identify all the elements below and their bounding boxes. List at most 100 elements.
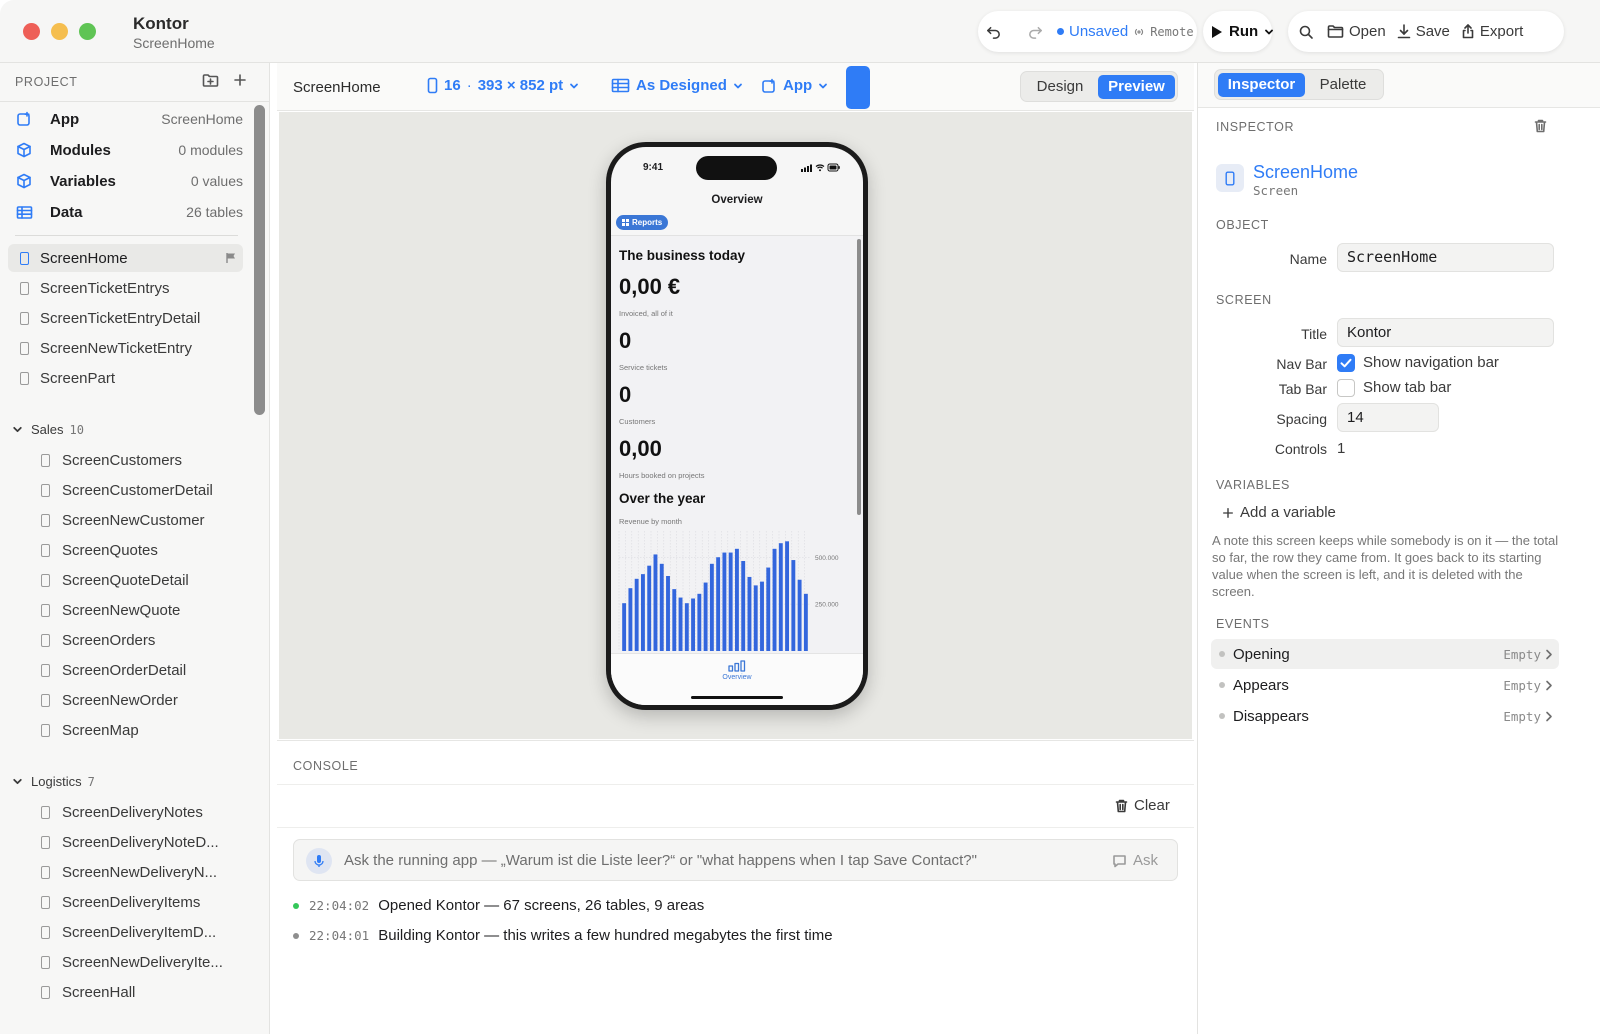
sidebar-screen-item[interactable]: ScreenCustomers <box>30 446 265 474</box>
open-button[interactable]: Open <box>1323 11 1395 52</box>
run-button[interactable]: Run <box>1203 11 1283 52</box>
event-opening[interactable]: Opening Empty <box>1211 639 1559 669</box>
chart-bar <box>628 588 633 651</box>
screen-label: ScreenHall <box>62 983 136 1001</box>
sidebar-item-count: 26 tables <box>186 204 243 220</box>
file-actions-group: Open Save Export <box>1288 11 1564 52</box>
search-button[interactable] <box>1288 11 1323 52</box>
export-label: Export <box>1479 23 1524 40</box>
sidebar-item-variables[interactable]: Variables 0 values <box>8 166 243 196</box>
chart-bar <box>640 574 645 652</box>
preview-mode-button[interactable]: Preview <box>1098 75 1175 99</box>
sidebar-screen-screenhome[interactable]: ScreenHome <box>8 244 243 272</box>
target-menu[interactable]: App <box>761 77 828 94</box>
chart-bar <box>760 581 764 652</box>
ask-input[interactable]: Ask the running app — „Warum ist die Lis… <box>293 839 1178 881</box>
spacing-field[interactable]: 14 <box>1337 403 1439 432</box>
selection-handle[interactable] <box>846 66 870 109</box>
ask-button[interactable]: Ask <box>1112 852 1158 869</box>
event-dot <box>1219 651 1225 657</box>
sidebar-scrollbar[interactable] <box>254 105 265 415</box>
sidebar-screen-item[interactable]: ScreenHall <box>30 978 265 1006</box>
chart-bar <box>734 548 739 651</box>
event-disappears[interactable]: Disappears Empty <box>1211 701 1559 731</box>
tab-overview[interactable] <box>728 660 746 672</box>
sidebar-screen-item[interactable]: ScreenDeliveryItems <box>30 888 265 916</box>
show-tabbar-checkbox[interactable] <box>1337 379 1355 397</box>
sidebar-screen-item[interactable]: ScreenDeliveryNotes <box>30 798 265 826</box>
tab-inspector[interactable]: Inspector <box>1218 73 1305 97</box>
title-field[interactable]: Kontor <box>1337 318 1554 347</box>
close-window-button[interactable] <box>23 23 40 40</box>
sidebar-screen-item[interactable]: ScreenNewTicketEntry <box>8 334 243 362</box>
sidebar-screen-item[interactable]: ScreenCustomerDetail <box>30 476 265 504</box>
phone-icon <box>41 483 50 497</box>
sidebar-screen-item[interactable]: ScreenNewDeliveryN... <box>30 858 265 886</box>
phone-frame: 9:41 Overview Reports The business today… <box>606 142 868 710</box>
microphone-button[interactable] <box>306 848 332 874</box>
sidebar-screen-item[interactable]: ScreenQuotes <box>30 536 265 564</box>
y-tick-label: 500.000 <box>815 555 839 562</box>
phone-icon <box>20 251 29 265</box>
sidebar-screen-item[interactable]: ScreenOrderDetail <box>30 656 265 684</box>
sidebar-screen-item[interactable]: ScreenTicketEntryDetail <box>8 304 243 332</box>
y-tick-label: 250.000 <box>815 602 839 609</box>
chart-bar <box>797 579 802 651</box>
sidebar-screen-item[interactable]: ScreenPart <box>8 364 243 392</box>
sidebar-screen-item[interactable]: ScreenQuoteDetail <box>30 566 265 594</box>
appearance-menu[interactable]: As Designed <box>611 77 743 94</box>
sidebar-item-data[interactable]: Data 26 tables <box>8 197 243 227</box>
sidebar-screen-item[interactable]: ScreenDeliveryItemD... <box>30 918 265 946</box>
event-appears[interactable]: Appears Empty <box>1211 670 1559 700</box>
undo-button[interactable] <box>978 11 1011 52</box>
history-status-group: Unsaved Remote <box>978 11 1197 52</box>
maximize-window-button[interactable] <box>79 23 96 40</box>
chart-bar <box>791 560 796 651</box>
save-button[interactable]: Save <box>1395 11 1459 52</box>
redo-button[interactable] <box>1011 11 1053 52</box>
sidebar-screen-item[interactable]: ScreenNewCustomer <box>30 506 265 534</box>
new-folder-button[interactable] <box>202 73 219 88</box>
sidebar-screen-item[interactable]: ScreenOrders <box>30 626 265 654</box>
project-header: PROJECT <box>15 75 78 89</box>
phone-icon <box>41 985 50 999</box>
sidebar-screen-item[interactable]: ScreenNewOrder <box>30 686 265 714</box>
app-subtitle: ScreenHome <box>133 35 215 51</box>
sidebar-screen-item[interactable]: ScreenNewQuote <box>30 596 265 624</box>
chart-bar <box>753 585 758 652</box>
clear-console-button[interactable]: Clear <box>1115 797 1170 814</box>
export-button[interactable]: Export <box>1459 11 1532 52</box>
sidebar-item-label: App <box>50 110 80 128</box>
home-indicator <box>691 696 783 699</box>
sidebar-screen-item[interactable]: ScreenDeliveryNoteD... <box>30 828 265 856</box>
phone-icon <box>41 693 50 707</box>
sidebar-screen-item[interactable]: ScreenNewDeliveryIte... <box>30 948 265 976</box>
phone-icon <box>41 573 50 587</box>
sidebar-screen-item[interactable]: ScreenMap <box>30 716 265 744</box>
app-icon <box>762 78 775 93</box>
minimize-window-button[interactable] <box>51 23 68 40</box>
heading-business-today: The business today <box>619 248 746 263</box>
show-navbar-checkbox[interactable] <box>1337 354 1355 372</box>
group-logistics-toggle[interactable]: Logistics 7 <box>12 774 95 789</box>
screen-label: ScreenNewCustomer <box>62 511 205 529</box>
add-screen-button[interactable] <box>233 73 247 88</box>
canvas-toolbar: ScreenHome 16 · 393 × 852 pt As Designed… <box>277 63 1194 111</box>
screen-label: ScreenDeliveryItemD... <box>62 923 217 941</box>
unsaved-label: Unsaved <box>1069 23 1129 40</box>
sidebar-item-modules[interactable]: Modules 0 modules <box>8 135 243 165</box>
group-sales-toggle[interactable]: Sales 10 <box>12 422 84 437</box>
project-sidebar: PROJECT App ScreenHome Modules 0 modules <box>0 63 270 1034</box>
reports-chip[interactable]: Reports <box>616 215 669 230</box>
sidebar-item-app[interactable]: App ScreenHome <box>8 104 243 134</box>
tab-palette[interactable]: Palette <box>1307 73 1379 97</box>
screen-label: ScreenPart <box>40 369 116 387</box>
device-menu[interactable]: 16 · 393 × 852 pt <box>427 77 579 94</box>
design-mode-button[interactable]: Design <box>1025 75 1095 99</box>
add-variable-button[interactable]: Add a variable <box>1222 504 1336 521</box>
delete-object-button[interactable] <box>1534 119 1547 133</box>
controls-value: 1 <box>1337 440 1346 457</box>
chart-bar <box>709 563 714 651</box>
name-field[interactable]: ScreenHome <box>1337 243 1554 272</box>
sidebar-screen-item[interactable]: ScreenTicketEntrys <box>8 274 243 302</box>
